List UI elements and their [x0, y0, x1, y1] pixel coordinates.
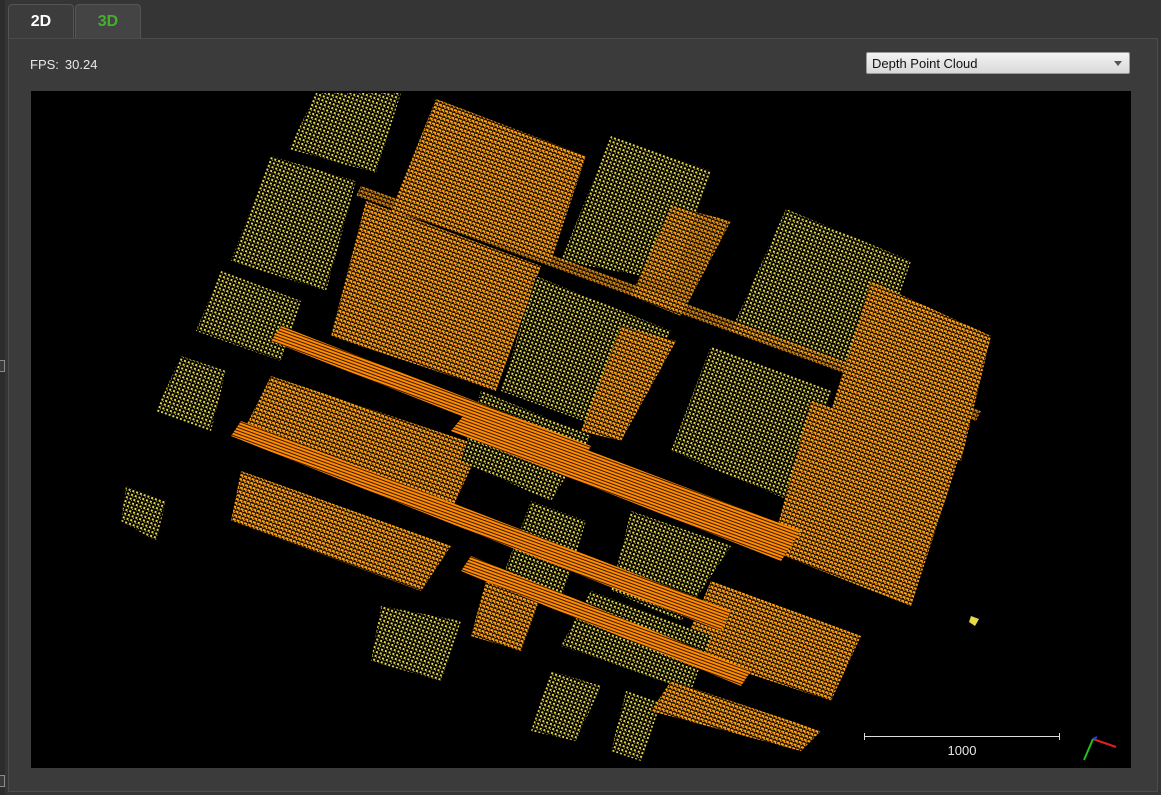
- 3d-view-panel: FPS: 30.24 Depth Point Cloud 1000: [8, 38, 1158, 792]
- point-cloud-blocks: [121, 93, 991, 761]
- fps-value: 30.24: [64, 57, 98, 72]
- app-window: 2D 3D FPS: 30.24 Depth Point Cloud 1000: [0, 0, 1161, 795]
- scale-tick: [1059, 733, 1060, 740]
- splitter-handle[interactable]: [0, 775, 5, 787]
- scale-bar: 1000: [864, 733, 1060, 763]
- xyz-axes-icon: [1081, 733, 1121, 763]
- view-tabs: 2D 3D: [8, 4, 1161, 38]
- tab-3d[interactable]: 3D: [75, 4, 141, 38]
- chevron-down-icon: [1114, 61, 1122, 66]
- scale-tick: [864, 733, 865, 740]
- splitter-handle[interactable]: [0, 360, 5, 372]
- fps-label: FPS:: [30, 57, 59, 72]
- fps-readout: FPS: 30.24: [30, 57, 103, 72]
- point-cloud-viewport[interactable]: 1000: [31, 91, 1131, 768]
- view-mode-selected: Depth Point Cloud: [872, 55, 978, 71]
- scale-line: [864, 736, 1060, 737]
- left-splitter[interactable]: [0, 0, 5, 795]
- view-mode-select[interactable]: Depth Point Cloud: [866, 52, 1130, 74]
- scale-label: 1000: [947, 743, 977, 758]
- point-cloud-render: [121, 93, 991, 761]
- tab-2d[interactable]: 2D: [8, 4, 74, 38]
